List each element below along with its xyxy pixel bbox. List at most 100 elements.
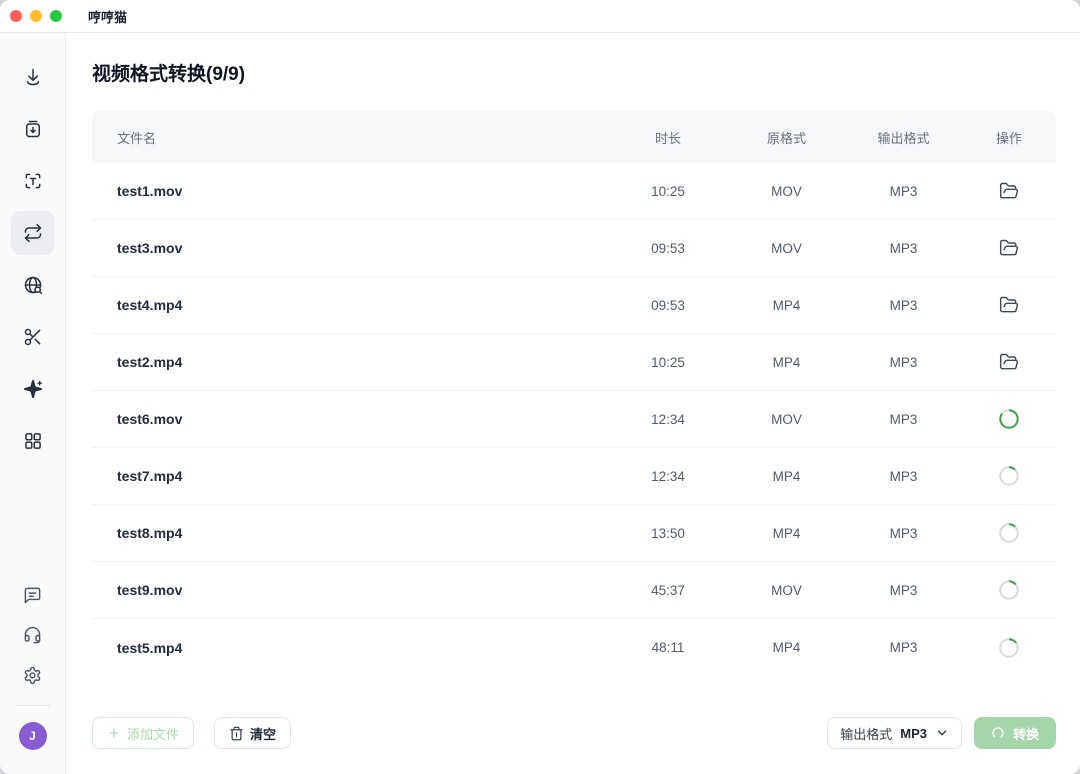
file-output-format: MP3 (845, 469, 962, 484)
progress-ring (998, 522, 1020, 544)
file-name: test5.mp4 (92, 640, 608, 656)
folder-open-icon (999, 181, 1019, 201)
file-name: test2.mp4 (92, 354, 608, 370)
sidebar-item-format-convert[interactable] (11, 211, 55, 255)
table-row: test5.mp448:11MP4MP3 (92, 619, 1056, 676)
file-output-format: MP3 (845, 241, 962, 256)
table-header: 文件名 时长 原格式 输出格式 操作 (92, 111, 1056, 163)
add-files-label: 添加文件 (127, 724, 179, 743)
row-action (962, 522, 1056, 544)
output-format-select[interactable]: 输出格式 MP3 (827, 717, 962, 749)
table-row: test1.mov10:25MOVMP3 (92, 163, 1056, 220)
file-source-format: MOV (728, 412, 845, 427)
table-row: test7.mp412:34MP4MP3 (92, 448, 1056, 505)
titlebar: 哼哼猫 (0, 0, 1080, 33)
minimize-window-button[interactable] (30, 10, 42, 22)
row-action (962, 637, 1056, 659)
row-action (962, 465, 1056, 487)
plus-icon (107, 726, 121, 740)
column-action: 操作 (962, 128, 1056, 147)
row-action (962, 408, 1056, 430)
sidebar-item-settings[interactable] (15, 657, 51, 693)
column-filename: 文件名 (92, 128, 608, 147)
globe-search-icon (23, 275, 43, 295)
row-action (962, 579, 1056, 601)
grid-icon (23, 431, 43, 451)
file-output-format: MP3 (845, 412, 962, 427)
file-name: test8.mp4 (92, 525, 608, 541)
file-source-format: MOV (728, 241, 845, 256)
sidebar-item-text-extract[interactable] (11, 159, 55, 203)
file-source-format: MP4 (728, 640, 845, 655)
column-output-format: 输出格式 (845, 128, 962, 147)
sidebar-item-support[interactable] (15, 617, 51, 653)
add-files-button[interactable]: 添加文件 (92, 717, 194, 749)
table-row: test8.mp413:50MP4MP3 (92, 505, 1056, 562)
row-action (962, 352, 1056, 372)
column-duration: 时长 (608, 128, 728, 147)
file-duration: 45:37 (608, 583, 728, 598)
progress-ring (998, 637, 1020, 659)
open-folder-button[interactable] (999, 295, 1019, 315)
file-duration: 10:25 (608, 184, 728, 199)
loading-spinner-icon (991, 726, 1005, 740)
file-output-format: MP3 (845, 640, 962, 655)
progress-ring (998, 579, 1020, 601)
repeat-icon (23, 223, 43, 243)
app-window: 哼哼猫 (0, 0, 1080, 774)
folder-open-icon (999, 352, 1019, 372)
column-source-format: 原格式 (728, 128, 845, 147)
sparkles-icon (23, 379, 43, 399)
convert-label: 转换 (1013, 724, 1039, 743)
table-row: test9.mov45:37MOVMP3 (92, 562, 1056, 619)
footer-toolbar: 添加文件 清空 输出格式 MP3 转换 (92, 717, 1056, 749)
clear-button[interactable]: 清空 (214, 717, 291, 749)
avatar[interactable]: J (19, 722, 47, 750)
main-content: 视频格式转换(9/9) 文件名 时长 原格式 输出格式 操作 test1.mov… (66, 33, 1080, 774)
text-scan-icon (23, 171, 43, 191)
file-source-format: MP4 (728, 526, 845, 541)
sidebar-item-feedback[interactable] (15, 577, 51, 613)
file-output-format: MP3 (845, 298, 962, 313)
sidebar-item-archive-download[interactable] (11, 107, 55, 151)
file-name: test9.mov (92, 582, 608, 598)
sidebar-item-ai-tools[interactable] (11, 367, 55, 411)
file-duration: 09:53 (608, 298, 728, 313)
table-row: test6.mov12:34MOVMP3 (92, 391, 1056, 448)
file-name: test4.mp4 (92, 297, 608, 313)
traffic-lights (0, 10, 62, 22)
headset-icon (23, 626, 42, 645)
gear-icon (23, 666, 42, 685)
open-folder-button[interactable] (999, 238, 1019, 258)
output-format-value: MP3 (900, 726, 927, 741)
file-output-format: MP3 (845, 526, 962, 541)
file-duration: 13:50 (608, 526, 728, 541)
file-output-format: MP3 (845, 583, 962, 598)
sidebar-item-web-search[interactable] (11, 263, 55, 307)
file-duration: 48:11 (608, 640, 728, 655)
file-source-format: MOV (728, 583, 845, 598)
file-name: test3.mov (92, 240, 608, 256)
file-source-format: MP4 (728, 298, 845, 313)
app-title: 哼哼猫 (88, 7, 127, 26)
sidebar-item-download[interactable] (11, 55, 55, 99)
open-folder-button[interactable] (999, 181, 1019, 201)
open-folder-button[interactable] (999, 352, 1019, 372)
file-duration: 12:34 (608, 469, 728, 484)
close-window-button[interactable] (10, 10, 22, 22)
file-duration: 12:34 (608, 412, 728, 427)
table-row: test2.mp410:25MP4MP3 (92, 334, 1056, 391)
table-body: test1.mov10:25MOVMP3test3.mov09:53MOVMP3… (92, 163, 1056, 676)
progress-ring (998, 408, 1020, 430)
sidebar-item-clip[interactable] (11, 315, 55, 359)
table-row: test4.mp409:53MP4MP3 (92, 277, 1056, 334)
row-action (962, 238, 1056, 258)
output-format-label: 输出格式 (840, 724, 892, 743)
file-table: 文件名 时长 原格式 输出格式 操作 test1.mov10:25MOVMP3 t… (92, 111, 1056, 676)
file-name: test7.mp4 (92, 468, 608, 484)
download-icon (23, 67, 43, 87)
zoom-window-button[interactable] (50, 10, 62, 22)
sidebar-item-apps[interactable] (11, 419, 55, 463)
chevron-down-icon (935, 726, 949, 740)
convert-button[interactable]: 转换 (974, 717, 1056, 749)
